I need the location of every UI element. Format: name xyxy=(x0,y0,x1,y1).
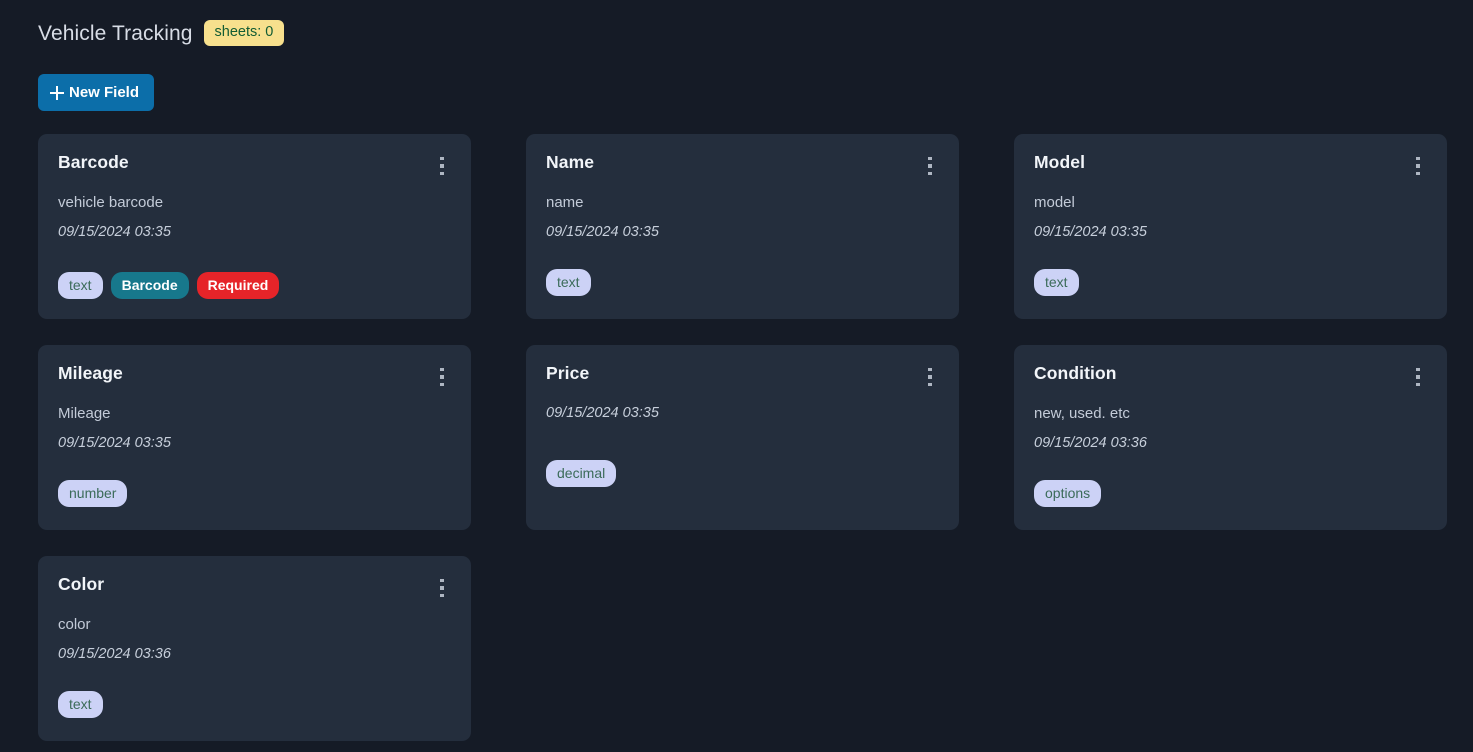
kebab-dot xyxy=(440,382,444,387)
field-card-title: Barcode xyxy=(58,152,129,172)
kebab-dot xyxy=(1416,375,1420,379)
kebab-dot xyxy=(1416,382,1420,387)
field-card-title: Condition xyxy=(1034,363,1117,383)
field-card-description: new, used. etc xyxy=(1034,405,1130,422)
field-card-timestamp: 09/15/2024 03:35 xyxy=(1034,224,1147,240)
field-card-badges: text xyxy=(58,691,103,718)
field-card-title: Price xyxy=(546,363,590,383)
field-card-timestamp: 09/15/2024 03:36 xyxy=(58,646,171,662)
field-badge-type: number xyxy=(58,480,128,507)
field-badge-type: text xyxy=(58,691,103,718)
kebab-dot xyxy=(928,382,932,387)
kebab-dot xyxy=(440,375,444,379)
kebab-dot xyxy=(928,367,932,372)
field-card-title: Model xyxy=(1034,152,1086,172)
field-card[interactable]: Model model 09/15/2024 03:35 text xyxy=(1014,134,1447,319)
toolbar: New Field xyxy=(38,74,1447,111)
field-card-badges: decimal xyxy=(546,460,617,487)
field-card-description: Mileage xyxy=(58,405,111,422)
kebab-dot xyxy=(928,171,932,176)
field-badge-type: decimal xyxy=(546,460,617,487)
field-badge-type: text xyxy=(1034,269,1079,296)
sheets-count-badge: sheets: 0 xyxy=(203,20,285,46)
kebab-dot xyxy=(440,593,444,598)
field-badge-type: text xyxy=(58,272,103,299)
field-card-title: Mileage xyxy=(58,363,123,383)
page-header: Vehicle Tracking sheets: 0 xyxy=(38,16,1447,50)
kebab-dot xyxy=(928,156,932,161)
field-card-header: Name xyxy=(546,152,939,178)
new-field-button[interactable]: New Field xyxy=(38,74,155,111)
field-card-badges: options xyxy=(1034,480,1102,507)
kebab-dot xyxy=(928,375,932,379)
field-card[interactable]: Name name 09/15/2024 03:35 text xyxy=(526,134,959,319)
field-card-timestamp: 09/15/2024 03:35 xyxy=(58,435,171,451)
field-card-header: Color xyxy=(58,574,451,600)
field-badge-type: options xyxy=(1034,480,1102,507)
field-card-description: model xyxy=(1034,194,1075,211)
field-card-badges: text xyxy=(546,269,591,296)
field-badge-required: Required xyxy=(196,272,280,299)
kebab-menu-icon[interactable] xyxy=(431,576,453,600)
kebab-dot xyxy=(928,164,932,168)
kebab-dot xyxy=(440,578,444,583)
field-card-timestamp: 09/15/2024 03:36 xyxy=(1034,435,1147,451)
app-root: Vehicle Tracking sheets: 0 New Field Bar… xyxy=(0,0,1473,752)
new-field-button-label: New Field xyxy=(69,84,140,101)
field-card-title: Name xyxy=(546,152,595,172)
kebab-dot xyxy=(1416,367,1420,372)
field-card-badges: text Barcode Required xyxy=(58,272,280,299)
kebab-dot xyxy=(1416,156,1420,161)
field-card-badges: number xyxy=(58,480,128,507)
kebab-menu-icon[interactable] xyxy=(919,154,941,178)
kebab-dot xyxy=(440,164,444,168)
field-card[interactable]: Price 09/15/2024 03:35 decimal xyxy=(526,345,959,530)
kebab-dot xyxy=(440,171,444,176)
field-card-header: Model xyxy=(1034,152,1427,178)
page-title: Vehicle Tracking xyxy=(38,21,193,45)
field-card-timestamp: 09/15/2024 03:35 xyxy=(58,224,171,240)
field-card[interactable]: Barcode vehicle barcode 09/15/2024 03:35 te… xyxy=(38,134,471,319)
kebab-dot xyxy=(440,586,444,590)
field-card-description: name xyxy=(546,194,584,211)
kebab-menu-icon[interactable] xyxy=(1407,365,1429,389)
kebab-dot xyxy=(440,156,444,161)
field-card-header: Mileage xyxy=(58,363,451,389)
field-card-title: Color xyxy=(58,574,105,594)
field-card-header: Barcode xyxy=(58,152,451,178)
kebab-dot xyxy=(1416,171,1420,176)
kebab-menu-icon[interactable] xyxy=(1407,154,1429,178)
field-card-header: Price xyxy=(546,363,939,389)
kebab-dot xyxy=(440,367,444,372)
field-card-badges: text xyxy=(1034,269,1079,296)
plus-icon xyxy=(50,85,64,100)
field-card-description: color xyxy=(58,616,91,633)
field-card-timestamp: 09/15/2024 03:35 xyxy=(546,224,659,240)
kebab-menu-icon[interactable] xyxy=(431,365,453,389)
field-card[interactable]: Color color 09/15/2024 03:36 text xyxy=(38,556,471,741)
field-card[interactable]: Condition new, used. etc 09/15/2024 03:36 o… xyxy=(1014,345,1447,530)
kebab-menu-icon[interactable] xyxy=(919,365,941,389)
field-card[interactable]: Mileage Mileage 09/15/2024 03:35 number xyxy=(38,345,471,530)
kebab-menu-icon[interactable] xyxy=(431,154,453,178)
field-card-description: vehicle barcode xyxy=(58,194,164,211)
field-card-header: Condition xyxy=(1034,363,1427,389)
kebab-dot xyxy=(1416,164,1420,168)
field-card-timestamp: 09/15/2024 03:35 xyxy=(546,405,659,421)
field-badge-type: text xyxy=(546,269,591,296)
field-card-grid: Barcode vehicle barcode 09/15/2024 03:35 te… xyxy=(38,134,1447,741)
field-badge-barcode: Barcode xyxy=(110,272,189,299)
